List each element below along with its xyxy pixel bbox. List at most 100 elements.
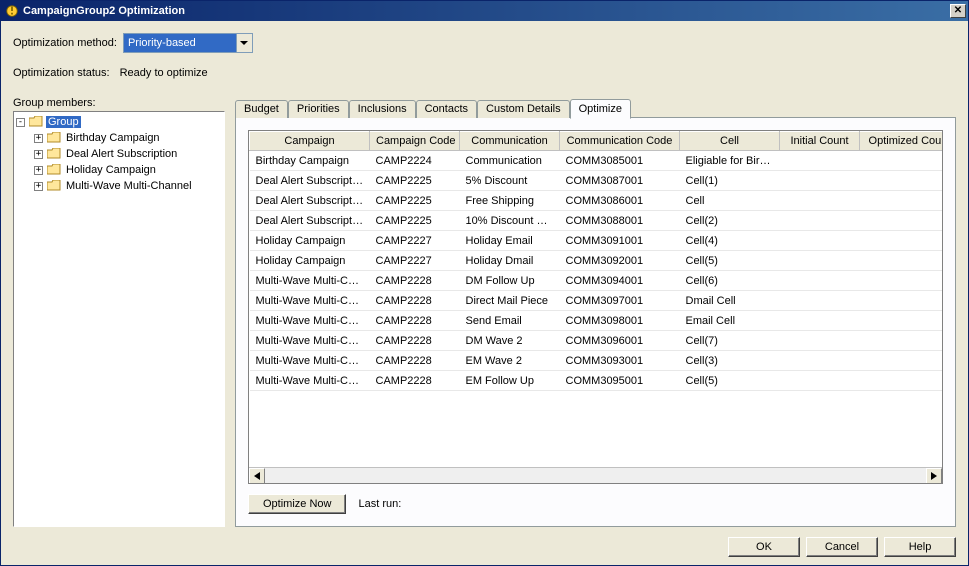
triangle-left-icon xyxy=(254,472,260,480)
tree-node[interactable]: +Birthday Campaign xyxy=(16,130,222,146)
table-row[interactable]: Multi-Wave Multi-Cha...CAMP2228Direct Ma… xyxy=(250,291,943,311)
table-cell: Communication xyxy=(460,151,560,171)
table-row[interactable]: Deal Alert SubscriptionCAMP222510% Disco… xyxy=(250,211,943,231)
table-cell: CAMP2227 xyxy=(370,231,460,251)
table-cell: EM Wave 2 xyxy=(460,351,560,371)
triangle-right-icon xyxy=(931,472,937,480)
tab-priorities[interactable]: Priorities xyxy=(288,100,349,118)
tab-custom-details[interactable]: Custom Details xyxy=(477,100,570,118)
table-cell xyxy=(780,291,860,311)
table-row[interactable]: Deal Alert SubscriptionCAMP2225Free Ship… xyxy=(250,191,943,211)
table-cell: Cell xyxy=(680,191,780,211)
grid-hscrollbar[interactable] xyxy=(249,467,942,483)
ok-button[interactable]: OK xyxy=(728,537,800,557)
scroll-track[interactable] xyxy=(265,468,926,484)
column-header[interactable]: Communication Code xyxy=(560,132,680,151)
table-cell xyxy=(860,211,943,231)
table-cell: CAMP2224 xyxy=(370,151,460,171)
table-cell: CAMP2225 xyxy=(370,211,460,231)
column-header[interactable]: Initial Count xyxy=(780,132,860,151)
expand-icon[interactable]: + xyxy=(34,166,43,175)
tree-label: Group members: xyxy=(13,97,225,109)
table-cell xyxy=(780,151,860,171)
table-cell: Deal Alert Subscription xyxy=(250,211,370,231)
table-cell: COMM3095001 xyxy=(560,371,680,391)
table-cell: COMM3094001 xyxy=(560,271,680,291)
collapse-icon[interactable]: - xyxy=(16,118,25,127)
tree-node-label: Holiday Campaign xyxy=(64,164,158,176)
table-cell: CAMP2228 xyxy=(370,371,460,391)
tree-node[interactable]: + Holiday Campaign xyxy=(16,162,222,178)
column-header[interactable]: Campaign Code xyxy=(370,132,460,151)
group-tree[interactable]: - Group +Birthday Campaign+Deal Alert Su… xyxy=(13,111,225,527)
table-row[interactable]: Multi-Wave Multi-Cha...CAMP2228Send Emai… xyxy=(250,311,943,331)
table-row[interactable]: Multi-Wave Multi-Cha...CAMP2228EM Wave 2… xyxy=(250,351,943,371)
table-cell: COMM3087001 xyxy=(560,171,680,191)
table-row[interactable]: Birthday CampaignCAMP2224CommunicationCO… xyxy=(250,151,943,171)
tab-optimize[interactable]: Optimize xyxy=(570,99,631,119)
table-cell: COMM3098001 xyxy=(560,311,680,331)
table-cell: COMM3092001 xyxy=(560,251,680,271)
table-cell xyxy=(780,231,860,251)
folder-open-icon xyxy=(29,116,43,128)
expand-icon[interactable]: + xyxy=(34,134,43,143)
table-cell xyxy=(860,311,943,331)
folder-icon xyxy=(47,180,61,192)
close-button[interactable]: ✕ xyxy=(950,4,966,18)
status-value: Ready to optimize xyxy=(120,67,208,79)
tree-root[interactable]: - Group xyxy=(16,114,222,130)
table-cell: Direct Mail Piece xyxy=(460,291,560,311)
table-cell: CAMP2225 xyxy=(370,171,460,191)
table-row[interactable]: Deal Alert SubscriptionCAMP22255% Discou… xyxy=(250,171,943,191)
table-cell: DM Follow Up xyxy=(460,271,560,291)
tree-node[interactable]: +Deal Alert Subscription xyxy=(16,146,222,162)
status-label: Optimization status: xyxy=(13,67,110,79)
method-combo-button[interactable] xyxy=(236,34,252,52)
table-cell xyxy=(780,211,860,231)
tab-budget[interactable]: Budget xyxy=(235,100,288,118)
table-row[interactable]: Multi-Wave Multi-Cha...CAMP2228DM Follow… xyxy=(250,271,943,291)
table-cell: Free Shipping xyxy=(460,191,560,211)
table-row[interactable]: Multi-Wave Multi-Cha...CAMP2228EM Follow… xyxy=(250,371,943,391)
table-row[interactable]: Multi-Wave Multi-Cha...CAMP2228DM Wave 2… xyxy=(250,331,943,351)
column-header[interactable]: Cell xyxy=(680,132,780,151)
table-cell xyxy=(780,351,860,371)
tab-inclusions[interactable]: Inclusions xyxy=(349,100,416,118)
table-cell: CAMP2228 xyxy=(370,331,460,351)
table-cell: COMM3096001 xyxy=(560,331,680,351)
method-combo[interactable]: Priority-based xyxy=(123,33,253,53)
table-cell: COMM3086001 xyxy=(560,191,680,211)
column-header[interactable]: Communication xyxy=(460,132,560,151)
table-cell: COMM3088001 xyxy=(560,211,680,231)
optimization-dialog: CampaignGroup2 Optimization ✕ Optimizati… xyxy=(0,0,969,566)
expand-icon[interactable]: + xyxy=(34,182,43,191)
tab-contacts[interactable]: Contacts xyxy=(416,100,477,118)
expand-icon[interactable]: + xyxy=(34,150,43,159)
optimize-grid[interactable]: CampaignCampaign CodeCommunicationCommun… xyxy=(248,130,943,484)
table-cell: CAMP2228 xyxy=(370,291,460,311)
table-cell: Send Email xyxy=(460,311,560,331)
table-cell: Holiday Campaign xyxy=(250,231,370,251)
table-cell xyxy=(860,251,943,271)
column-header[interactable]: Optimized Count xyxy=(860,132,943,151)
window-title: CampaignGroup2 Optimization xyxy=(23,5,950,17)
table-row[interactable]: Holiday CampaignCAMP2227Holiday DmailCOM… xyxy=(250,251,943,271)
tree-node[interactable]: +Multi-Wave Multi-Channel xyxy=(16,178,222,194)
folder-icon xyxy=(47,164,61,176)
grid-scroll[interactable]: CampaignCampaign CodeCommunicationCommun… xyxy=(249,131,942,467)
table-row[interactable]: Holiday CampaignCAMP2227Holiday EmailCOM… xyxy=(250,231,943,251)
table-cell xyxy=(780,331,860,351)
column-header[interactable]: Campaign xyxy=(250,132,370,151)
optimize-now-button[interactable]: Optimize Now xyxy=(248,494,346,514)
help-button[interactable]: Help xyxy=(884,537,956,557)
table-cell: 10% Discount O... xyxy=(460,211,560,231)
table-cell: DM Wave 2 xyxy=(460,331,560,351)
table-cell: Cell(1) xyxy=(680,171,780,191)
cancel-button[interactable]: Cancel xyxy=(806,537,878,557)
table-cell: COMM3093001 xyxy=(560,351,680,371)
table-cell: Cell(7) xyxy=(680,331,780,351)
table-cell: Holiday Dmail xyxy=(460,251,560,271)
table-cell xyxy=(860,351,943,371)
scroll-right-button[interactable] xyxy=(926,468,942,484)
scroll-left-button[interactable] xyxy=(249,468,265,484)
